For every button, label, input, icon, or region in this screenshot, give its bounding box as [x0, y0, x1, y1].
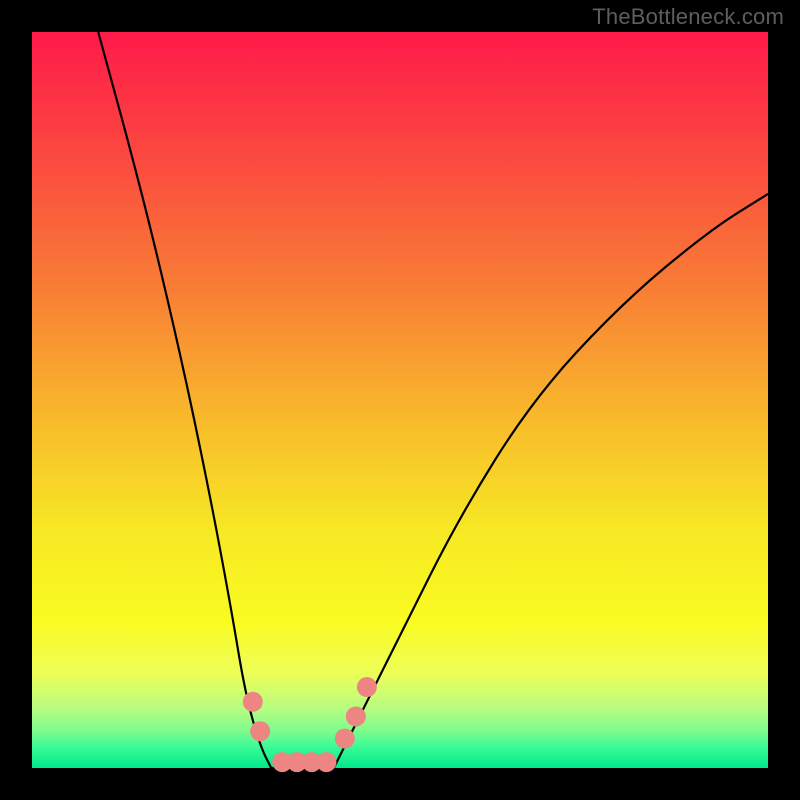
- highlight-dot: [357, 677, 377, 697]
- bottleneck-chart: [0, 0, 800, 800]
- highlight-dot: [335, 729, 355, 749]
- chart-frame: TheBottleneck.com: [0, 0, 800, 800]
- highlight-dot: [346, 706, 366, 726]
- highlight-dot: [243, 692, 263, 712]
- gradient-background: [32, 32, 768, 768]
- highlight-dot: [250, 721, 270, 741]
- watermark-text: TheBottleneck.com: [592, 4, 784, 30]
- highlight-dot: [316, 752, 336, 772]
